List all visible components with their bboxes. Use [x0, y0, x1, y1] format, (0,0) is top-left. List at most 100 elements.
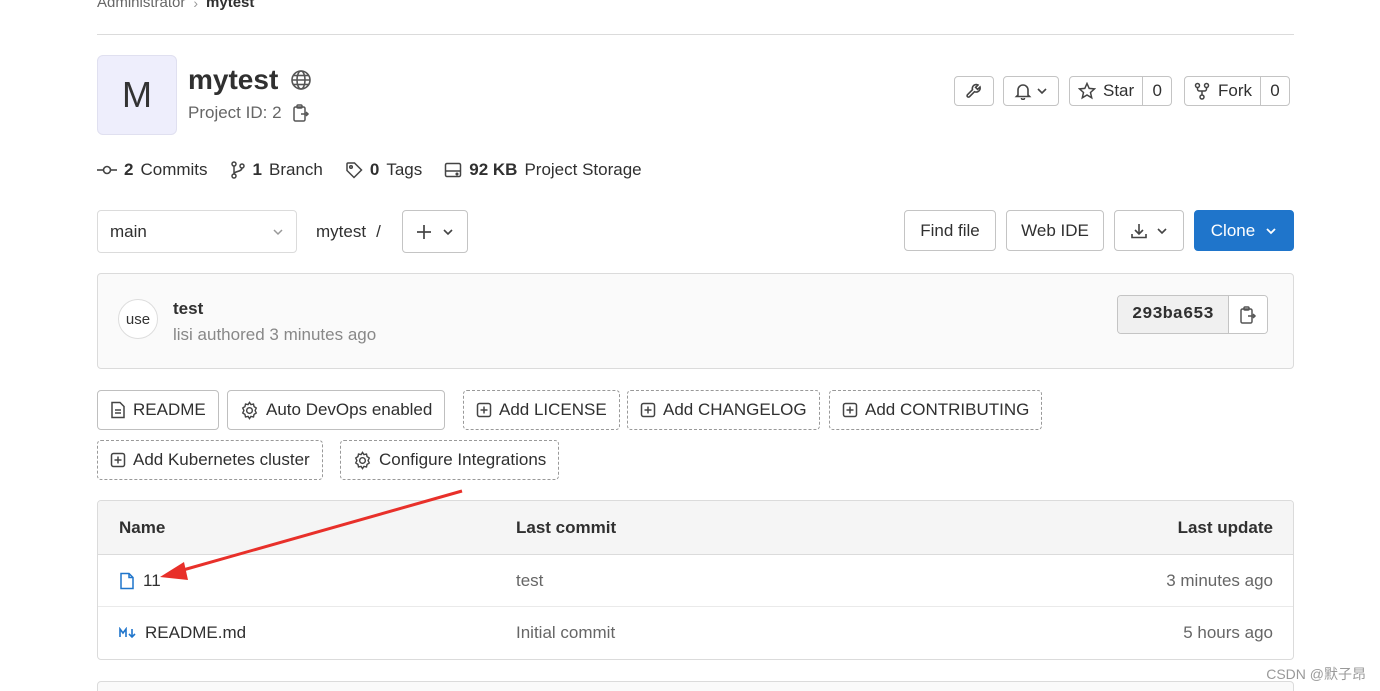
star-icon — [1078, 82, 1096, 100]
star-label: Star — [1103, 81, 1135, 100]
settings-button[interactable] — [954, 76, 994, 106]
find-file-button[interactable]: Find file — [904, 210, 996, 251]
star-button[interactable]: Star 0 — [1069, 76, 1173, 106]
breadcrumb: Administrator › mytest — [97, 0, 254, 11]
readme-button[interactable]: README — [97, 390, 219, 430]
branch-icon — [230, 161, 246, 179]
branch-label: Branch — [269, 160, 323, 179]
commit-message-cell[interactable]: Initial commit — [516, 623, 615, 643]
commits-stat[interactable]: 2 Commits — [97, 160, 208, 180]
commit-author-avatar[interactable]: use — [118, 299, 158, 339]
tag-icon — [345, 161, 363, 179]
settings-icon — [240, 400, 259, 420]
commit-message-cell[interactable]: test — [516, 571, 543, 591]
plus-square-icon — [110, 452, 126, 468]
copy-icon — [1239, 305, 1257, 325]
star-count[interactable]: 0 — [1143, 77, 1171, 105]
web-ide-button[interactable]: Web IDE — [1006, 210, 1104, 251]
add-license-button[interactable]: Add LICENSE — [463, 390, 620, 430]
copy-icon[interactable] — [292, 103, 310, 123]
repo-path-root[interactable]: mytest — [316, 222, 366, 242]
download-button[interactable] — [1114, 210, 1184, 251]
commit-icon — [97, 163, 117, 177]
branch-stat[interactable]: 1 Branch — [230, 160, 323, 180]
repo-path-separator: / — [376, 222, 381, 241]
add-contributing-button[interactable]: Add CONTRIBUTING — [829, 390, 1043, 430]
settings-icon — [353, 450, 372, 470]
chevron-down-icon — [1265, 225, 1277, 237]
table-header: Name Last commit Last update — [98, 501, 1293, 555]
plus-icon — [416, 224, 432, 240]
project-name: mytest — [188, 64, 279, 95]
commit-title[interactable]: test — [173, 299, 203, 319]
bell-icon — [1014, 82, 1032, 100]
download-icon — [1130, 222, 1148, 240]
table-row[interactable]: 11 test 3 minutes ago — [98, 555, 1293, 607]
tags-count: 0 — [369, 160, 380, 179]
auto-devops-label: Auto DevOps enabled — [266, 400, 433, 419]
document-icon — [110, 401, 126, 419]
project-id: Project ID: 2 — [188, 103, 282, 122]
add-kubernetes-label: Add Kubernetes cluster — [133, 450, 310, 469]
commits-count: 2 — [124, 160, 134, 179]
branch-select[interactable]: main — [97, 210, 297, 253]
clone-label: Clone — [1210, 220, 1256, 240]
storage-icon — [444, 162, 462, 178]
chevron-right-icon: › — [193, 0, 199, 11]
add-kubernetes-button[interactable]: Add Kubernetes cluster — [97, 440, 323, 480]
configure-integrations-button[interactable]: Configure Integrations — [340, 440, 560, 480]
tags-stat[interactable]: 0 Tags — [345, 160, 422, 180]
commit-meta: lisi authored 3 minutes ago — [173, 325, 377, 344]
add-changelog-button[interactable]: Add CHANGELOG — [627, 390, 820, 430]
globe-icon — [290, 69, 312, 91]
fork-button[interactable]: Fork 0 — [1184, 76, 1290, 106]
notification-button[interactable] — [1003, 76, 1059, 106]
fork-icon — [1193, 82, 1211, 100]
file-icon — [119, 572, 135, 590]
fork-count[interactable]: 0 — [1261, 77, 1289, 105]
breadcrumb-parent[interactable]: Administrator — [97, 0, 185, 11]
tags-label: Tags — [386, 160, 423, 179]
chevron-down-icon — [1156, 225, 1168, 237]
clone-button[interactable]: Clone — [1194, 210, 1294, 251]
project-avatar: M — [97, 55, 177, 135]
storage-label: Project Storage — [524, 160, 642, 179]
commit-sha-group: 293ba653 — [1117, 295, 1268, 334]
last-update-cell: 3 minutes ago — [1166, 570, 1273, 590]
project-title-row: mytest — [188, 64, 312, 96]
markdown-icon — [119, 627, 137, 639]
add-changelog-label: Add CHANGELOG — [663, 400, 807, 419]
header-divider — [97, 34, 1294, 35]
last-commit-panel: use test lisi authored 3 minutes ago 293… — [97, 273, 1294, 369]
chevron-down-icon — [442, 226, 454, 238]
readme-label: README — [133, 400, 206, 419]
chevron-down-icon — [272, 226, 284, 238]
add-to-tree-button[interactable] — [402, 210, 468, 253]
branch-count: 1 — [252, 160, 262, 179]
chevron-down-icon — [1036, 85, 1048, 97]
copy-sha-button[interactable] — [1228, 296, 1267, 333]
project-id-row: Project ID: 2 — [188, 103, 310, 123]
name-column-header: Name — [119, 517, 166, 537]
commit-sha[interactable]: 293ba653 — [1118, 296, 1229, 333]
last-update-column-header: Last update — [1177, 517, 1273, 537]
plus-square-icon — [640, 402, 656, 418]
project-stats: 2 Commits 1 Branch 0 Tags 92 KB Project … — [97, 160, 642, 180]
plus-square-icon — [476, 402, 492, 418]
file-tree-table: Name Last commit Last update 11 test 3 m… — [97, 500, 1294, 660]
auto-devops-button[interactable]: Auto DevOps enabled — [227, 390, 446, 430]
file-name-cell[interactable]: README.md — [119, 623, 246, 643]
file-name: README.md — [145, 623, 247, 642]
breadcrumb-current[interactable]: mytest — [206, 0, 254, 11]
file-name-cell[interactable]: 11 — [119, 571, 161, 591]
configure-integrations-label: Configure Integrations — [379, 450, 547, 469]
file-name: 11 — [143, 570, 161, 590]
add-license-label: Add LICENSE — [499, 400, 607, 419]
table-row[interactable]: README.md Initial commit 5 hours ago — [98, 607, 1293, 659]
commits-label: Commits — [140, 160, 208, 179]
plus-square-icon — [842, 402, 858, 418]
storage-stat: 92 KB Project Storage — [444, 160, 642, 180]
storage-size: 92 KB — [469, 160, 518, 179]
fork-label: Fork — [1218, 81, 1252, 100]
add-contributing-label: Add CONTRIBUTING — [865, 400, 1030, 419]
